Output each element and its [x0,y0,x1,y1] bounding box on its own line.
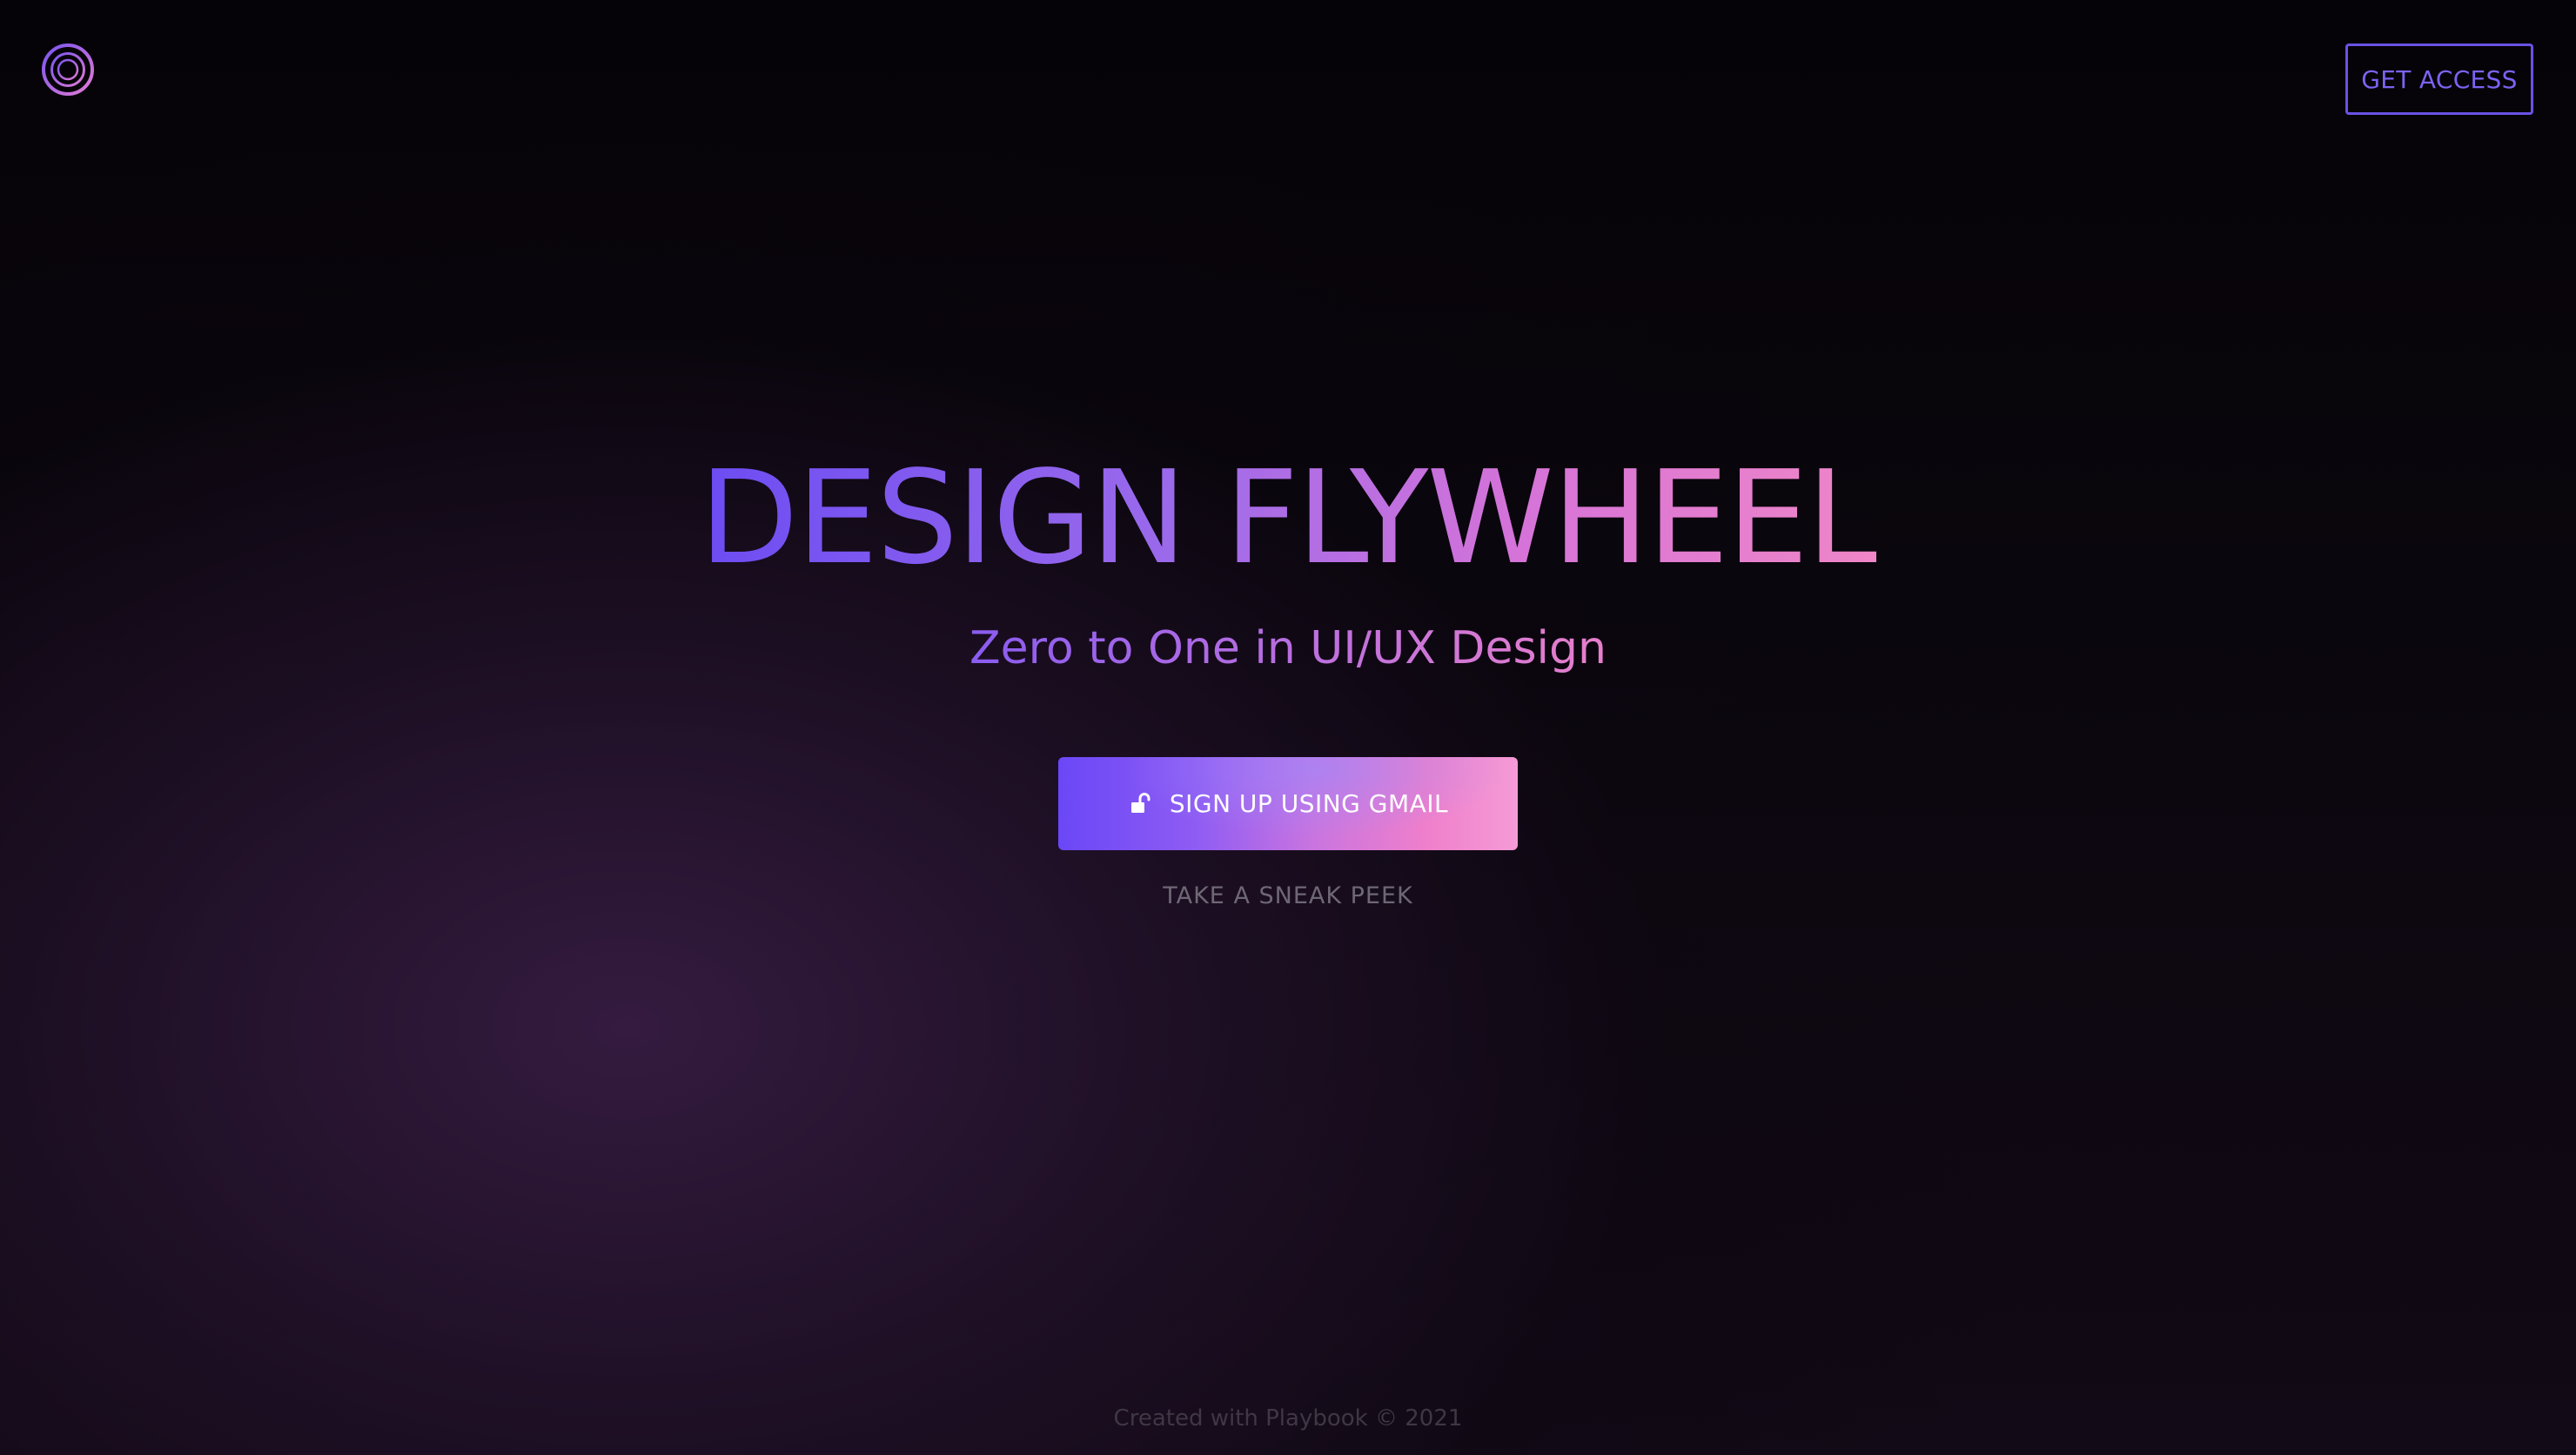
get-access-button[interactable]: GET ACCESS [2345,44,2533,115]
footer-text: Created with Playbook © 2021 [1113,1405,1463,1432]
sneak-peek-link[interactable]: TAKE A SNEAK PEEK [1163,882,1413,909]
logo-icon[interactable] [41,43,95,97]
unlock-icon [1128,791,1154,817]
page-subtitle-text: Zero to One in UI/UX Design [969,622,1607,674]
page-subtitle: Zero to One in UI/UX Design [0,618,2576,679]
signup-gmail-button[interactable]: SIGN UP USING GMAIL [1058,757,1518,850]
page-title-text: DESIGN FLYWHEEL [699,443,1879,593]
signup-gmail-label: SIGN UP USING GMAIL [1169,789,1449,818]
sneak-peek-container: TAKE A SNEAK PEEK [0,879,2576,914]
page-title: DESIGN FLYWHEEL [0,439,2576,596]
